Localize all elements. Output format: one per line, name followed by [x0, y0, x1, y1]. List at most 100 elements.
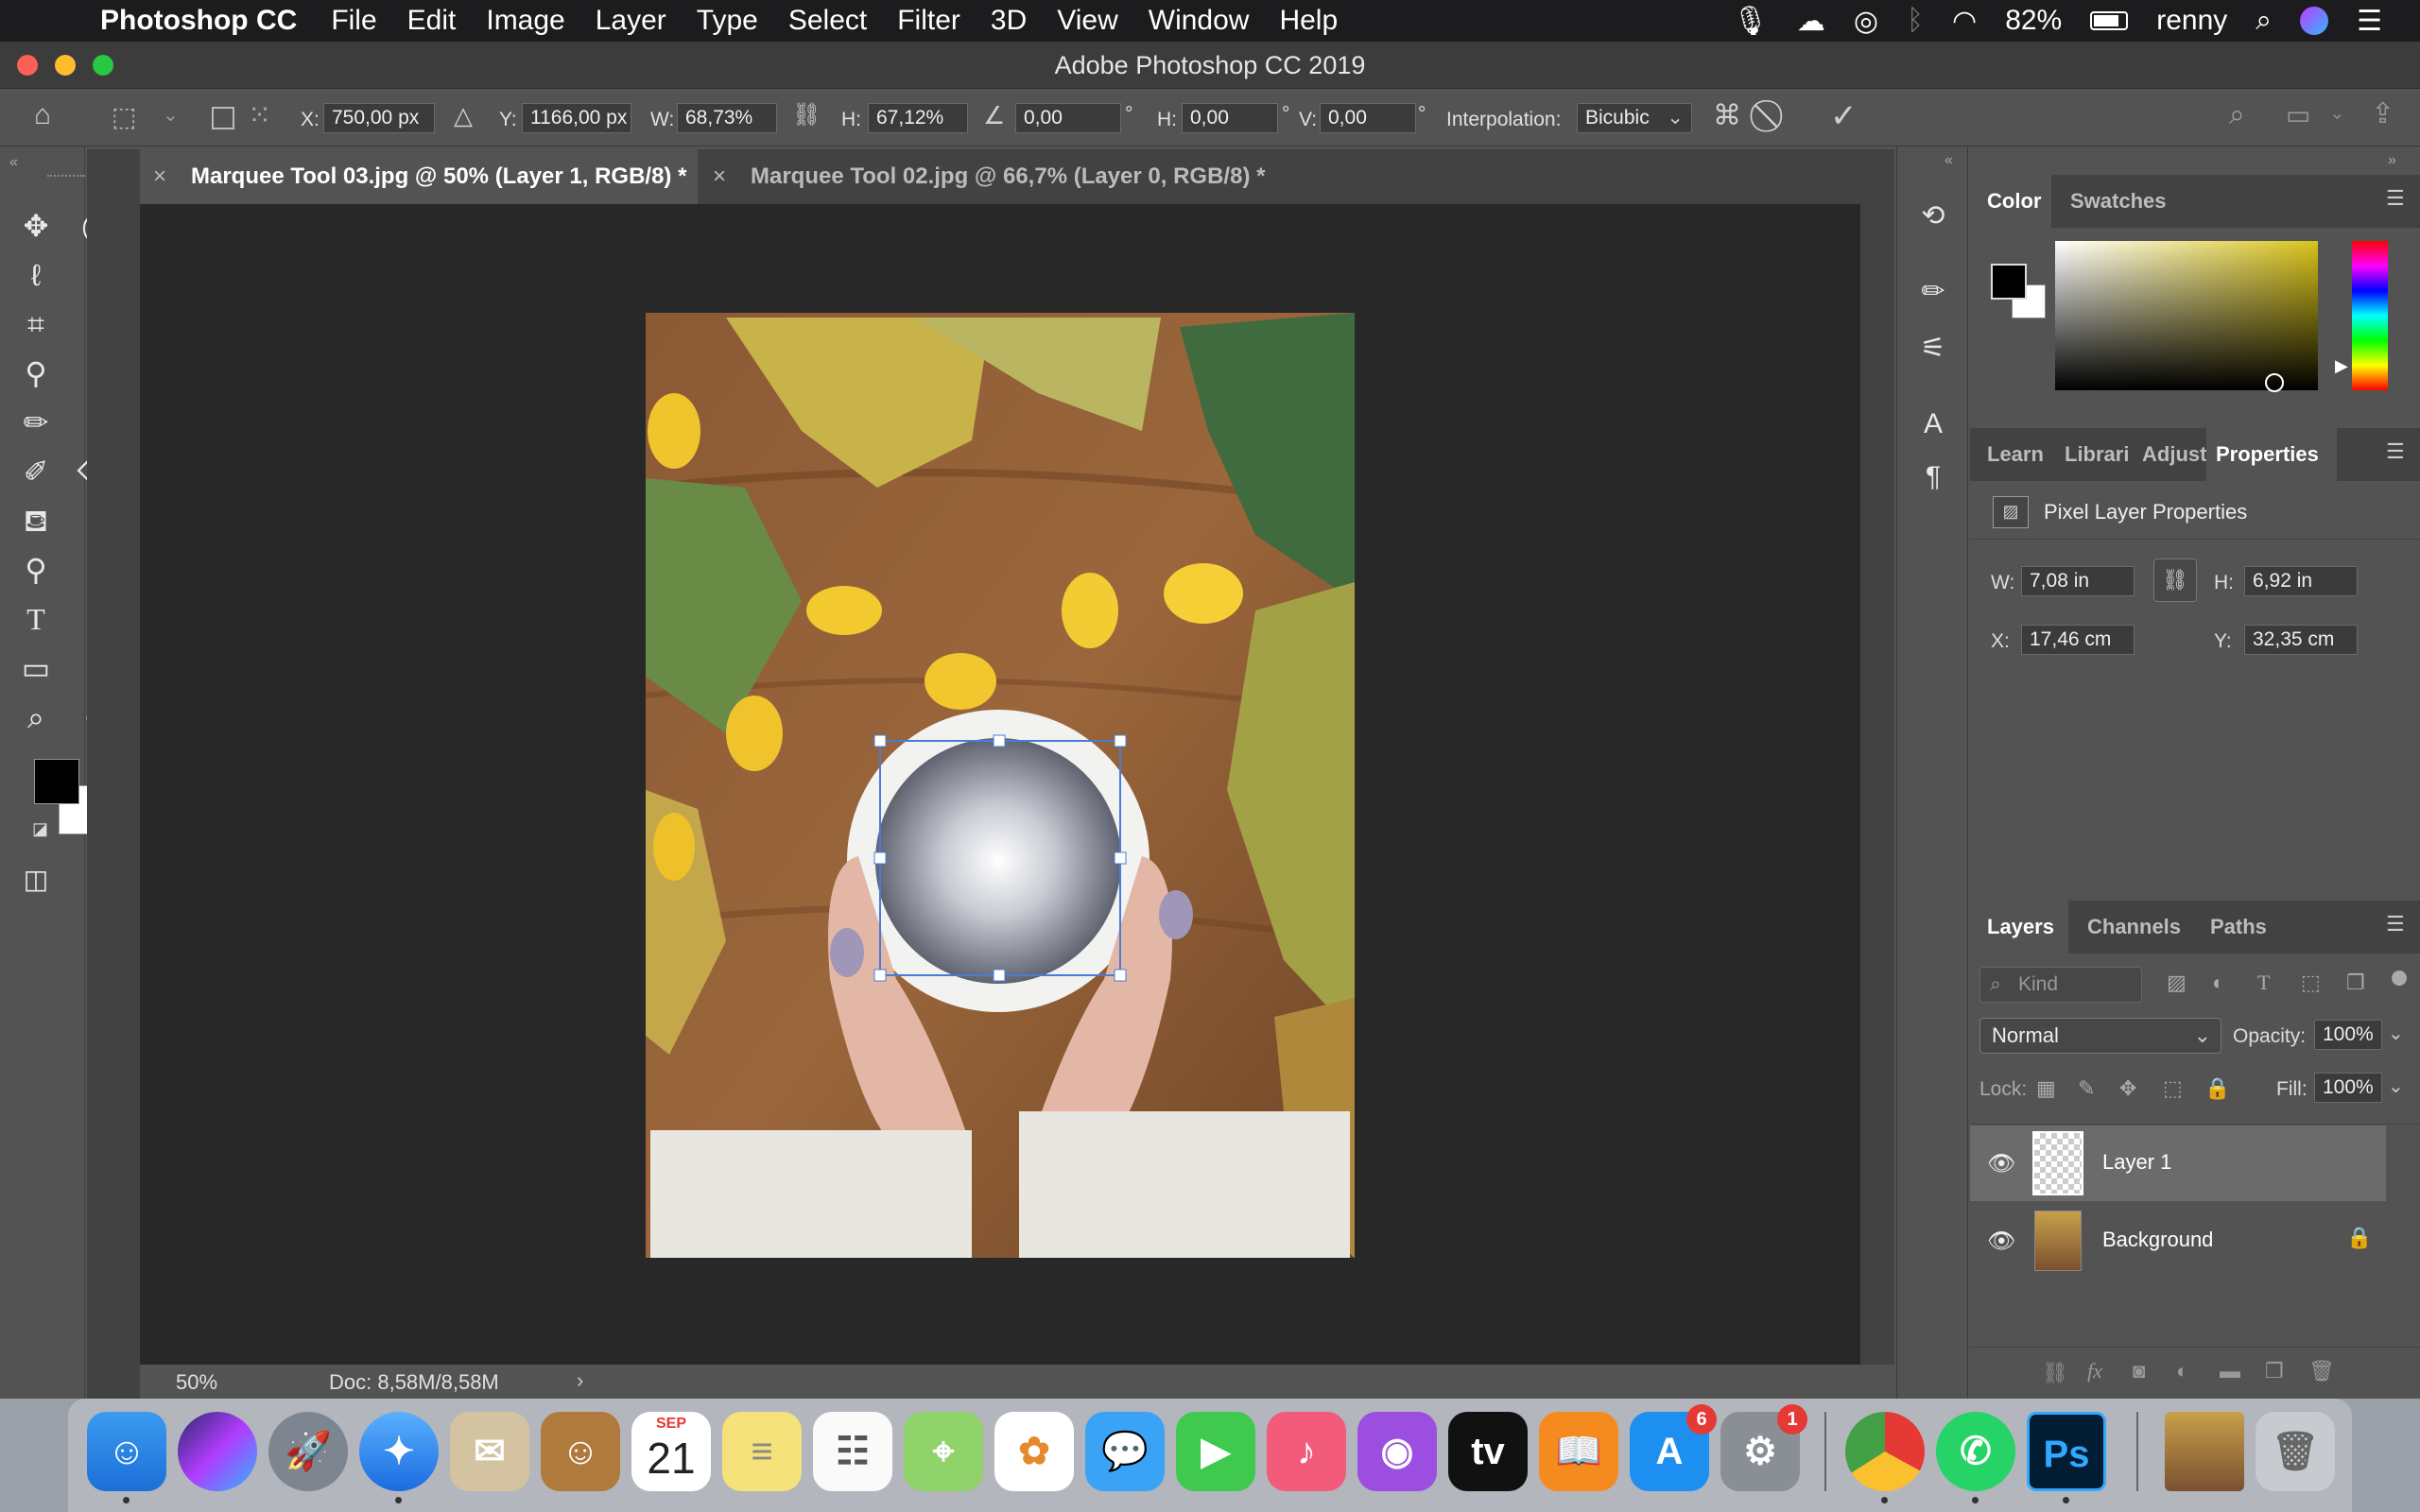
prop-width-field[interactable]: 7,08 in: [2021, 566, 2135, 596]
prop-x-field[interactable]: 17,46 cm: [2021, 625, 2135, 655]
filter-shape-icon[interactable]: ⬚: [2301, 971, 2321, 995]
tab-paths[interactable]: Paths: [2210, 901, 2267, 954]
transform-handle[interactable]: [993, 734, 1006, 747]
lasso-tool-icon[interactable]: ℓ: [13, 252, 59, 298]
tab-adjustments[interactable]: Adjust: [2142, 428, 2206, 481]
history-brush-tool-icon[interactable]: ✐: [13, 449, 59, 494]
panel-grip[interactable]: [47, 175, 85, 178]
tab-libraries[interactable]: Librari: [2065, 428, 2129, 481]
brush-tool-icon[interactable]: ✏: [13, 400, 59, 445]
filter-smart-object-icon[interactable]: ❐: [2346, 971, 2365, 995]
recent-file-icon[interactable]: [2165, 1412, 2244, 1491]
app-menu[interactable]: Photoshop CC: [100, 5, 297, 37]
default-colors-icon[interactable]: ◪: [32, 819, 48, 839]
color-field[interactable]: [2055, 241, 2318, 392]
delta-icon[interactable]: △: [454, 101, 473, 130]
x-position-field[interactable]: 750,00 px: [323, 103, 435, 133]
link-layers-icon[interactable]: ⛓: [2042, 1361, 2068, 1385]
layer-row[interactable]: 👁 Background 🔒: [1970, 1203, 2386, 1279]
menu-layer[interactable]: Layer: [596, 5, 666, 37]
transform-handle[interactable]: [873, 969, 887, 982]
layer-name[interactable]: Layer 1: [2102, 1150, 2171, 1175]
notes-icon[interactable]: ≡: [722, 1412, 802, 1491]
panel-menu-icon[interactable]: ☰: [2386, 439, 2405, 464]
menu-type[interactable]: Type: [697, 5, 758, 37]
siri-icon[interactable]: [178, 1412, 257, 1491]
collapse-dock-icon[interactable]: «: [1945, 152, 1953, 169]
lock-position-icon[interactable]: ✥: [2119, 1076, 2136, 1101]
paragraph-panel-icon[interactable]: ¶: [1910, 455, 1956, 500]
wifi-icon[interactable]: ◠: [1952, 5, 1977, 38]
opacity-field[interactable]: 100%: [2314, 1020, 2382, 1050]
history-panel-icon[interactable]: ⟲: [1910, 194, 1956, 239]
document-canvas[interactable]: [140, 204, 1860, 1365]
vertical-skew-field[interactable]: 0,00: [1320, 103, 1416, 133]
chevron-down-icon[interactable]: ⌄: [2388, 1074, 2404, 1098]
creative-cloud-icon[interactable]: ◎: [1854, 5, 1878, 38]
commit-transform-icon[interactable]: ✓: [1830, 97, 1858, 135]
paint-bucket-tool-icon[interactable]: ⛾: [13, 498, 59, 543]
mail-icon[interactable]: ✉: [450, 1412, 529, 1491]
crop-tool-icon[interactable]: ⌗: [13, 301, 59, 347]
zoom-level[interactable]: 50%: [176, 1370, 217, 1395]
notification-center-icon[interactable]: ☰: [2357, 5, 2382, 38]
width-percent-field[interactable]: 68,73%: [677, 103, 777, 133]
quick-mask-icon[interactable]: ◫: [13, 857, 59, 902]
tab-swatches[interactable]: Swatches: [2070, 175, 2167, 228]
close-window-button[interactable]: [17, 55, 38, 76]
close-tab-icon[interactable]: ×: [713, 149, 726, 204]
messages-icon[interactable]: 💬: [1085, 1412, 1165, 1491]
finder-icon[interactable]: ☺: [87, 1412, 166, 1491]
tv-icon[interactable]: tv: [1448, 1412, 1528, 1491]
reference-point-grid-icon[interactable]: ⁙: [248, 99, 271, 132]
new-layer-icon[interactable]: ❐: [2265, 1359, 2284, 1383]
chevron-down-icon[interactable]: ⌄: [2329, 101, 2345, 125]
add-mask-icon[interactable]: ◙: [2133, 1359, 2145, 1383]
whatsapp-icon[interactable]: ✆: [1936, 1412, 2015, 1491]
chevron-down-icon[interactable]: ⌄: [2388, 1022, 2404, 1045]
filter-toggle[interactable]: [2392, 971, 2407, 986]
siri-icon[interactable]: [2300, 7, 2329, 35]
tab-learn[interactable]: Learn: [1987, 428, 2044, 481]
hue-slider-marker[interactable]: ▶: [2335, 356, 2348, 376]
reference-point-checkbox[interactable]: [212, 107, 234, 129]
app-store-icon[interactable]: A 6: [1630, 1404, 1717, 1491]
menu-help[interactable]: Help: [1279, 5, 1338, 37]
layer-name[interactable]: Background: [2102, 1228, 2213, 1252]
chrome-icon[interactable]: [1845, 1412, 1925, 1491]
y-position-field[interactable]: 1166,00 px: [522, 103, 631, 133]
books-icon[interactable]: 📖: [1539, 1412, 1618, 1491]
filter-adjustment-icon[interactable]: ◐: [2212, 971, 2224, 995]
tab-color[interactable]: Color: [1970, 175, 2051, 228]
expand-dock-icon[interactable]: »: [2388, 152, 2396, 169]
prop-y-field[interactable]: 32,35 cm: [2244, 625, 2358, 655]
warp-mode-icon[interactable]: ⌘: [1713, 99, 1741, 132]
photoshop-icon[interactable]: Ps: [2027, 1412, 2106, 1491]
color-foreground-swatch[interactable]: [1991, 264, 2027, 300]
close-tab-icon[interactable]: ×: [153, 149, 166, 204]
transform-handle[interactable]: [1114, 969, 1127, 982]
menu-file[interactable]: File: [331, 5, 376, 37]
maps-icon[interactable]: ⌖: [904, 1412, 983, 1491]
zoom-window-button[interactable]: [93, 55, 113, 76]
brushes-panel-icon[interactable]: ⚟: [1910, 326, 1956, 371]
battery-percent[interactable]: 82%: [2005, 5, 2062, 37]
type-tool-icon[interactable]: T: [13, 596, 59, 642]
safari-icon[interactable]: ✦: [359, 1412, 439, 1491]
foreground-color-fill[interactable]: [34, 759, 79, 804]
tab-channels[interactable]: Channels: [2087, 901, 2181, 954]
eye-icon[interactable]: 👁: [1987, 1150, 2015, 1177]
minimize-window-button[interactable]: [55, 55, 76, 76]
layer-filter-select[interactable]: ⌕ Kind: [1979, 967, 2142, 1003]
link-icon[interactable]: ⛓: [792, 101, 821, 129]
transform-handle[interactable]: [993, 969, 1006, 982]
menu-view[interactable]: View: [1057, 5, 1117, 37]
facetime-icon[interactable]: ▶: [1176, 1412, 1255, 1491]
lock-transparent-icon[interactable]: ▦: [2036, 1076, 2056, 1101]
rectangle-tool-icon[interactable]: ▭: [13, 645, 59, 691]
tab-layers[interactable]: Layers: [1970, 901, 2068, 954]
interpolation-select[interactable]: Bicubic ⌄: [1577, 103, 1692, 133]
home-icon[interactable]: ⌂: [34, 99, 51, 131]
reminders-icon[interactable]: ☷: [813, 1412, 892, 1491]
system-preferences-icon[interactable]: ⚙ 1: [1720, 1404, 1807, 1491]
